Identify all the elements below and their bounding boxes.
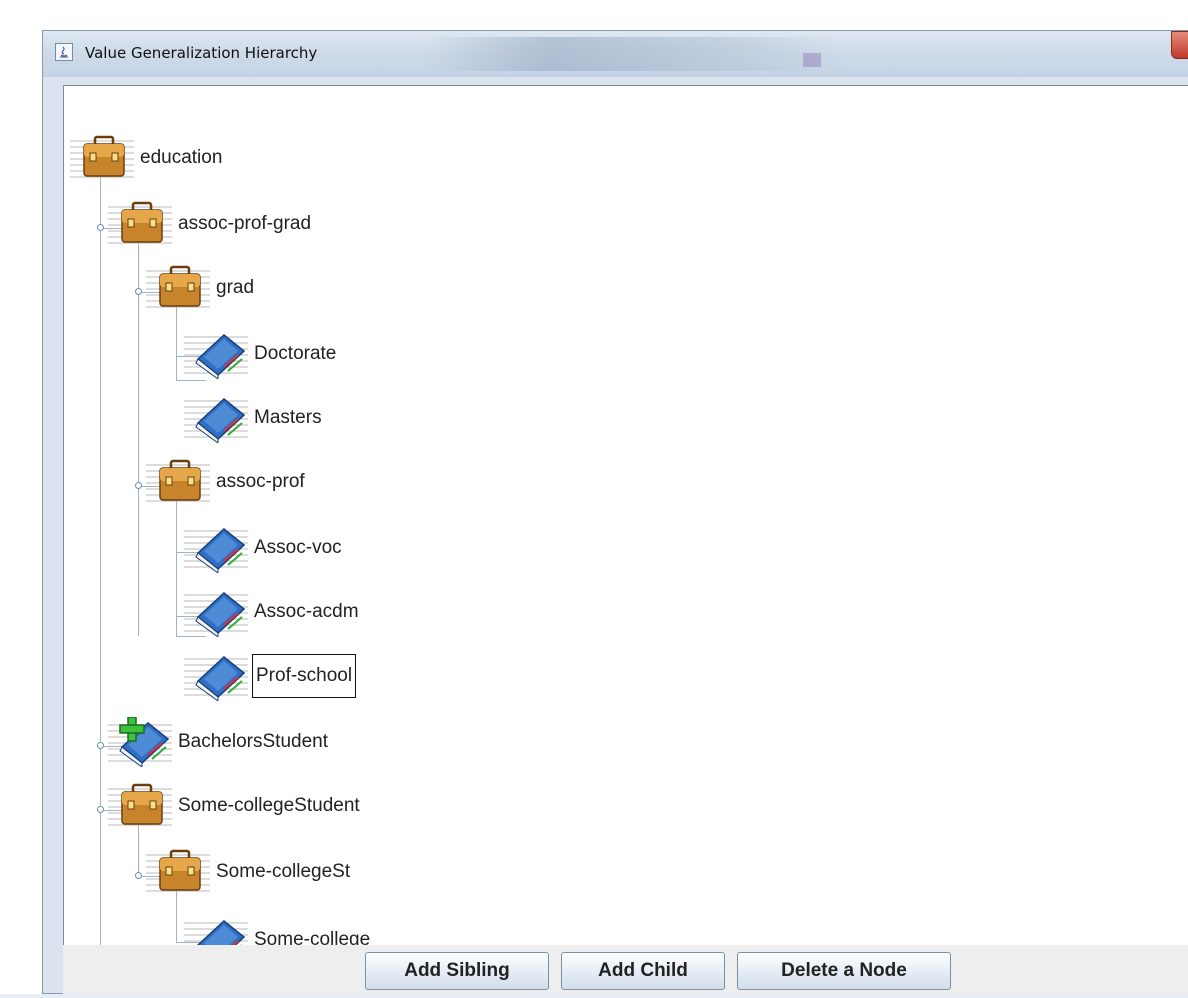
hierarchy-tree[interactable]: education assoc-prof-grad grad Doctorate… (63, 85, 1188, 946)
vgh-window: Value Generalization Hierarchy education… (42, 30, 1188, 995)
node-label: Assoc-voc (254, 537, 342, 558)
node-label: Doctorate (254, 343, 337, 364)
delete-node-button[interactable]: Delete a Node (737, 952, 951, 990)
window-title: Value Generalization Hierarchy (85, 44, 318, 62)
tree-node-some-collegestudent[interactable]: Some-collegeStudent (108, 782, 362, 830)
add-sibling-button[interactable]: Add Sibling (365, 952, 549, 990)
tree-node-assoc-prof[interactable]: assoc-prof (146, 458, 307, 506)
node-label: assoc-prof (216, 471, 305, 492)
node-label: grad (216, 277, 255, 298)
briefcase-icon (146, 847, 210, 897)
expand-handle[interactable] (135, 872, 142, 879)
book-add-icon (108, 716, 172, 768)
briefcase-icon (108, 781, 172, 831)
book-icon (184, 915, 248, 946)
expand-handle[interactable] (135, 482, 142, 489)
button-bar: Add Sibling Add Child Delete a Node (63, 945, 1188, 995)
briefcase-icon (70, 133, 134, 183)
java-app-icon (55, 43, 73, 61)
tree-node-doctorate[interactable]: Doctorate (184, 329, 338, 380)
title-bar[interactable]: Value Generalization Hierarchy (43, 31, 1188, 77)
tree-connector (100, 160, 101, 946)
expand-handle[interactable] (97, 806, 104, 813)
desktop-background (0, 0, 42, 998)
node-label: Masters (254, 407, 322, 428)
book-icon (184, 393, 248, 444)
tree-node-some-college[interactable]: Some-college (184, 916, 372, 946)
tree-node-prof-school[interactable]: Prof-school (184, 651, 357, 702)
tree-node-some-collegest[interactable]: Some-collegeSt (146, 848, 352, 896)
tree-node-masters[interactable]: Masters (184, 393, 324, 444)
add-child-button[interactable]: Add Child (561, 952, 725, 990)
book-icon (184, 587, 248, 638)
expand-handle[interactable] (135, 288, 142, 295)
node-label: education (140, 147, 223, 168)
node-label: assoc-prof-grad (178, 213, 312, 234)
briefcase-icon (146, 457, 210, 507)
titlebar-reflection (423, 37, 843, 71)
node-label: Some-college (254, 929, 371, 946)
desktop-strip (0, 994, 1188, 998)
tree-node-grad[interactable]: grad (146, 264, 256, 312)
node-label: Some-collegeSt (216, 861, 351, 882)
node-label: Assoc-acdm (254, 601, 359, 622)
expand-handle[interactable] (97, 742, 104, 749)
expand-handle[interactable] (97, 224, 104, 231)
tree-connector (176, 380, 206, 381)
node-label: BachelorsStudent (178, 731, 328, 752)
titlebar-reflection-fragment (803, 53, 821, 67)
tree-connector (176, 486, 177, 636)
tree-node-assoc-acdm[interactable]: Assoc-acdm (184, 587, 361, 638)
book-icon (184, 329, 248, 380)
tree-node-assoc-prof-grad[interactable]: assoc-prof-grad (108, 200, 313, 248)
book-icon (184, 523, 248, 574)
node-label-selected: Prof-school (252, 654, 357, 698)
briefcase-icon (108, 199, 172, 249)
book-icon (184, 651, 248, 702)
tree-node-education[interactable]: education (70, 134, 224, 182)
tree-node-assoc-voc[interactable]: Assoc-voc (184, 523, 344, 574)
close-button[interactable] (1171, 31, 1188, 59)
node-label: Some-collegeStudent (178, 795, 360, 816)
briefcase-icon (146, 263, 210, 313)
tree-node-bachelorsstudent[interactable]: BachelorsStudent (108, 716, 330, 768)
